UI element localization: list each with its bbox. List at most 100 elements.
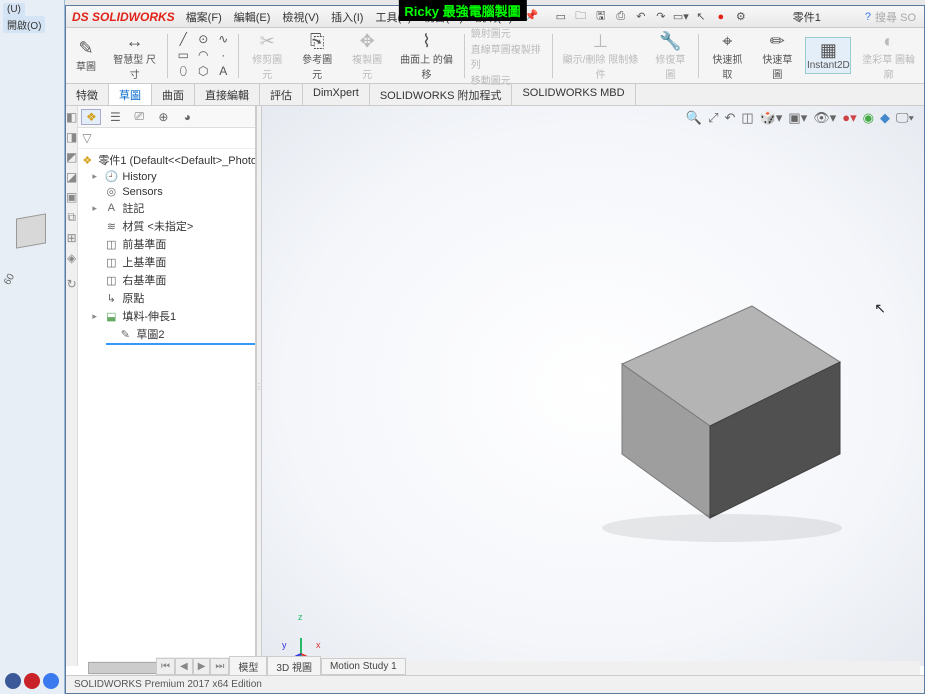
quick-snap-button[interactable]: ⌖快速抓 取 <box>705 29 749 83</box>
zoom-fit-icon[interactable]: 🔍 <box>686 110 702 126</box>
rapid-sketch-button[interactable]: ✏快速草 圖 <box>755 29 799 83</box>
smart-dimension-button[interactable]: ↔智慧型 尺寸 <box>108 29 161 83</box>
model-solid[interactable] <box>552 266 872 546</box>
offset-button[interactable]: ⌇曲面上 的偏移 <box>395 29 458 83</box>
tree-tab-fm-icon[interactable]: ❖ <box>81 109 101 125</box>
tree-tab-display-icon[interactable]: ◕ <box>177 109 197 125</box>
display-style-icon[interactable]: ▣▾ <box>788 110 807 126</box>
side-tab-7-icon[interactable]: ⊞ <box>67 231 77 245</box>
tab-sketch[interactable]: 草圖 <box>109 84 152 105</box>
help-icon[interactable]: ? <box>865 11 871 23</box>
tree-history[interactable]: ▸🕘History <box>78 169 256 184</box>
zoom-area-icon[interactable]: ⤢ <box>708 110 718 126</box>
prev-view-icon[interactable]: ↶ <box>725 110 736 126</box>
tab-nav-first-icon[interactable]: ⏮ <box>156 658 175 675</box>
rollback-bar[interactable] <box>106 343 256 345</box>
bottom-tab-model[interactable]: 模型 <box>229 656 267 677</box>
side-tab-5-icon[interactable]: ▣ <box>66 190 77 204</box>
tab-features[interactable]: 特徵 <box>66 84 109 105</box>
feature-manager-panel: ◧ ◨ ◩ ◪ ▣ ⧉ ⊞ ◈ ↻ ❖ ☰ ⎚ ⊕ ◕ › ▽ <box>66 106 256 666</box>
menu-edit[interactable]: 編輯(E) <box>229 7 276 27</box>
bottom-tab-3dview[interactable]: 3D 視圖 <box>267 656 321 677</box>
side-tab-3-icon[interactable]: ◩ <box>66 150 77 164</box>
tree-tab-dim-icon[interactable]: ⊕ <box>153 109 173 125</box>
tree-front-plane[interactable]: ◫前基準面 <box>78 235 256 253</box>
tab-surface[interactable]: 曲面 <box>152 84 195 105</box>
tree-extrude1[interactable]: ▸⬓填料-伸長1 <box>78 307 256 325</box>
sketch-button[interactable]: ✎草圖 <box>70 36 102 75</box>
tree-annotations[interactable]: ▸A註記 <box>78 199 256 217</box>
thumbnail-preview: 60 <box>10 216 54 286</box>
qat-redo-icon[interactable]: ↷ <box>653 9 669 25</box>
line-tool-icon[interactable]: ╱ <box>174 32 192 46</box>
share-icon-3[interactable] <box>43 673 59 689</box>
cursor-icon: ↖ <box>874 300 886 317</box>
side-tab-2-icon[interactable]: ◨ <box>66 130 77 144</box>
tree-root[interactable]: ❖零件1 (Default<<Default>_PhotoWork <box>78 151 256 169</box>
scene-icon[interactable]: ◉ <box>863 110 874 126</box>
qat-print-icon[interactable]: ⎙ <box>613 9 629 25</box>
tab-dimxpert[interactable]: DimXpert <box>303 84 370 105</box>
tree-origin[interactable]: ↳原點 <box>78 289 256 307</box>
render-icon[interactable]: ◆ <box>880 110 890 126</box>
menu-insert[interactable]: 插入(I) <box>326 7 368 27</box>
arc-tool-icon[interactable]: ◠ <box>194 48 212 62</box>
host-tab-u[interactable]: (U) <box>3 3 25 16</box>
qat-select-icon[interactable]: ▭▾ <box>673 9 689 25</box>
side-tab-6-icon[interactable]: ⧉ <box>67 210 76 225</box>
tree-filter-icon[interactable]: ▽ <box>78 128 256 149</box>
instant2d-button[interactable]: ▦Instant2D <box>805 37 851 74</box>
graphics-viewport[interactable]: 🔍 ⤢ ↶ ◫ 🎲▾ ▣▾ 👁▾ ●▾ ◉ ◆ 🖵▾ ↖ <box>262 106 924 666</box>
point-tool-icon[interactable]: · <box>214 48 232 62</box>
tree-tab-config-icon[interactable]: ⎚ <box>129 108 149 125</box>
polygon-tool-icon[interactable]: ⬡ <box>194 64 212 79</box>
view-orient-icon[interactable]: 🎲▾ <box>760 110 783 126</box>
share-icon-2[interactable] <box>24 673 40 689</box>
qat-undo-icon[interactable]: ↶ <box>633 9 649 25</box>
qat-open-icon[interactable]: 🗀 <box>573 9 589 25</box>
tree-sensors[interactable]: ◎Sensors <box>78 184 256 199</box>
rect-tool-icon[interactable]: ▭ <box>174 48 192 62</box>
tab-mbd[interactable]: SOLIDWORKS MBD <box>512 84 635 105</box>
tab-nav-prev-icon[interactable]: ◀ <box>175 658 193 675</box>
appearance-icon[interactable]: ●▾ <box>842 110 856 126</box>
slot-tool-icon[interactable]: ⬯ <box>174 64 192 79</box>
qat-new-icon[interactable]: ▭ <box>553 9 569 25</box>
orientation-triad[interactable]: z x y <box>282 610 322 650</box>
qat-save-icon[interactable]: 🖫 <box>593 9 609 25</box>
tab-nav-last-icon[interactable]: ⏭ <box>210 658 229 675</box>
tab-nav-next-icon[interactable]: ▶ <box>193 658 211 675</box>
section-view-icon[interactable]: ◫ <box>741 110 753 126</box>
tree-sketch2[interactable]: ✎草圖2 <box>78 325 256 343</box>
hide-show-icon[interactable]: 👁▾ <box>813 110 836 126</box>
panel-side-tabs: ◧ ◨ ◩ ◪ ▣ ⧉ ⊞ ◈ ↻ <box>66 106 78 666</box>
tree-material[interactable]: ≋材質 <未指定> <box>78 217 256 235</box>
circle-tool-icon[interactable]: ⊙ <box>194 32 212 46</box>
menu-view[interactable]: 檢視(V) <box>277 7 324 27</box>
tree-top-plane[interactable]: ◫上基準面 <box>78 253 256 271</box>
text-tool-icon[interactable]: A <box>214 64 232 79</box>
bottom-tab-motion[interactable]: Motion Study 1 <box>321 658 406 675</box>
host-tab-open[interactable]: 開啟(O) <box>3 16 45 33</box>
view-settings-icon[interactable]: 🖵▾ <box>896 110 914 126</box>
watermark-banner: Ricky 最強電腦製圖 <box>398 0 526 21</box>
tree-right-plane[interactable]: ◫右基準面 <box>78 271 256 289</box>
search-label[interactable]: 搜尋 SO <box>875 9 916 25</box>
tree-tab-prop-icon[interactable]: ☰ <box>105 109 125 125</box>
solidworks-window: DS SOLIDWORKS 檔案(F) 編輯(E) 檢視(V) 插入(I) 工具… <box>65 5 925 694</box>
side-tab-9-icon[interactable]: ↻ <box>67 277 77 291</box>
side-tab-1-icon[interactable]: ◧ <box>66 110 77 124</box>
share-icon-1[interactable] <box>5 673 21 689</box>
qat-rebuild-icon[interactable]: ● <box>713 9 729 25</box>
solidworks-logo: DS SOLIDWORKS <box>66 10 181 24</box>
side-tab-8-icon[interactable]: ◈ <box>67 251 76 265</box>
side-tab-4-icon[interactable]: ◪ <box>66 170 77 184</box>
tab-addins[interactable]: SOLIDWORKS 附加程式 <box>370 84 513 105</box>
tab-direct-edit[interactable]: 直接編輯 <box>195 84 260 105</box>
qat-cursor-icon[interactable]: ↖ <box>693 9 709 25</box>
qat-options-icon[interactable]: ⚙ <box>733 9 749 25</box>
spline-tool-icon[interactable]: ∿ <box>214 32 232 46</box>
convert-button[interactable]: ⎘參考圖 元 <box>295 29 339 83</box>
menu-file[interactable]: 檔案(F) <box>181 7 227 27</box>
tab-evaluate[interactable]: 評估 <box>260 84 303 105</box>
